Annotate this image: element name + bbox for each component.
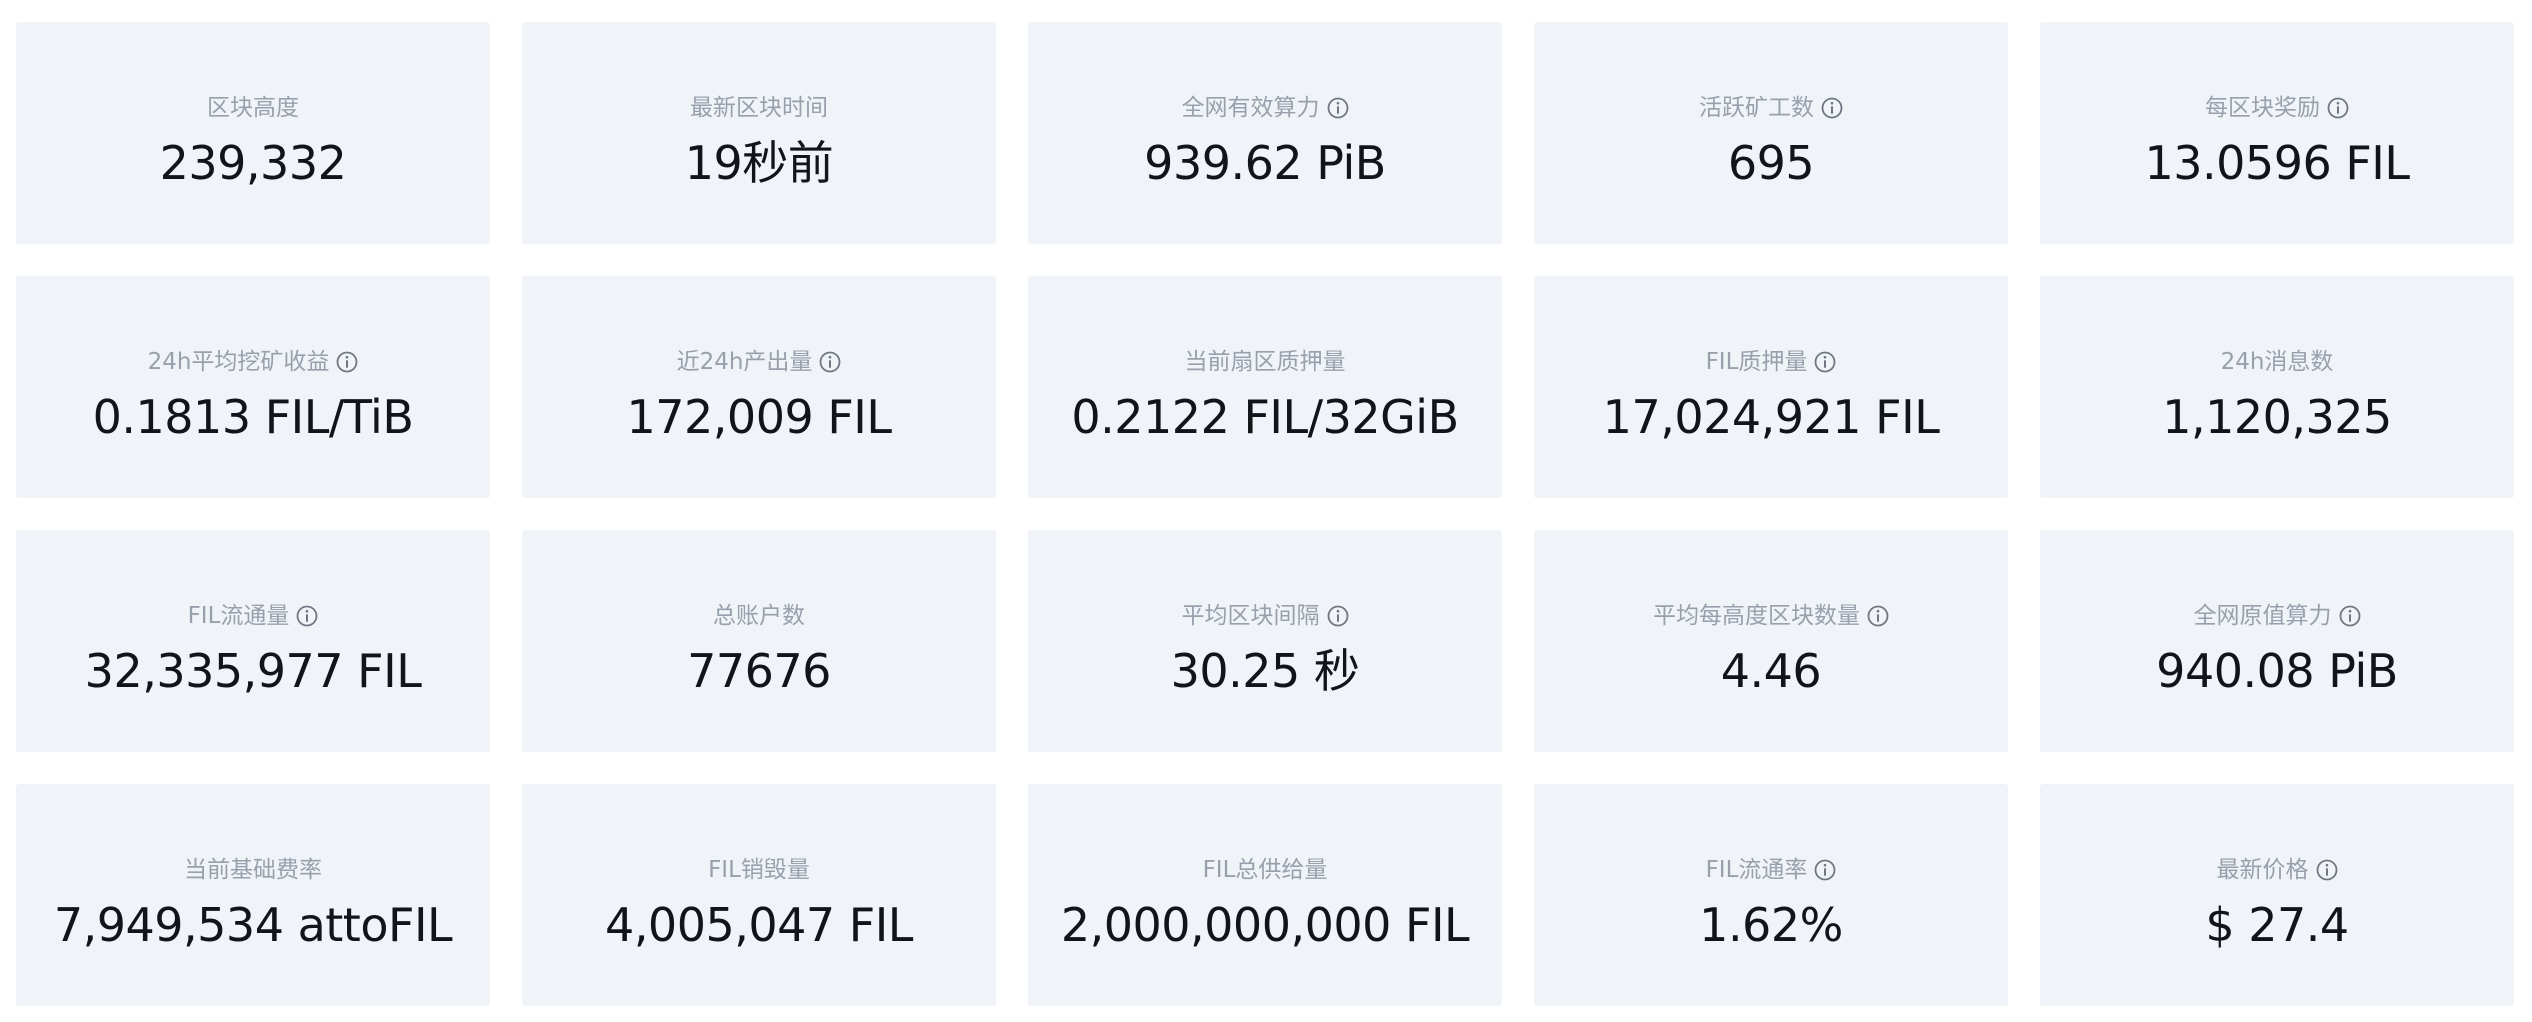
stat-label: 活跃矿工数 [1699, 95, 1814, 121]
stat-label: 24h消息数 [2220, 349, 2334, 375]
stat-card-latest-price: 最新价格 $ 27.4 [2040, 784, 2514, 1006]
stat-value: 7,949,534 attoFIL [53, 898, 453, 952]
stat-card-fil-burnt: FIL销毁量 4,005,047 FIL [522, 784, 996, 1006]
stat-label: FIL流通率 [1705, 857, 1808, 883]
info-icon[interactable] [2327, 97, 2349, 119]
stat-label-row: FIL流通率 [1706, 853, 1837, 887]
stat-label-row: 最新价格 [2217, 853, 2338, 887]
stat-label-row: 最新区块时间 [690, 91, 828, 125]
stat-label: 区块高度 [207, 95, 299, 121]
info-icon[interactable] [1867, 605, 1889, 627]
stat-card-total-accounts: 总账户数 77676 [522, 530, 996, 752]
stat-card-total-supply: FIL总供给量 2,000,000,000 FIL [1028, 784, 1502, 1006]
stat-label-row: FIL总供给量 [1203, 853, 1328, 887]
info-icon[interactable] [819, 351, 841, 373]
stat-label: FIL流通量 [187, 603, 290, 629]
stat-label-row: FIL流通量 [188, 599, 319, 633]
stat-label: 每区块奖励 [2205, 95, 2320, 121]
stat-label: 平均每高度区块数量 [1653, 603, 1860, 629]
stat-label: FIL质押量 [1705, 349, 1808, 375]
stat-value: 239,332 [159, 136, 347, 190]
info-icon[interactable] [2316, 859, 2338, 881]
stat-card-avg-blocks-per-height: 平均每高度区块数量 4.46 [1534, 530, 2008, 752]
stat-label-row: 平均区块间隔 [1182, 599, 1349, 633]
stat-card-active-miners: 活跃矿工数 695 [1534, 22, 2008, 244]
stat-card-sector-pledge: 当前扇区质押量 0.2122 FIL/32GiB [1028, 276, 1502, 498]
stat-card-avg-block-interval: 平均区块间隔 30.25 秒 [1028, 530, 1502, 752]
stat-label-row: 活跃矿工数 [1699, 91, 1843, 125]
stat-value: 13.0596 FIL [2144, 136, 2411, 190]
stat-label: 当前扇区质押量 [1184, 349, 1346, 375]
info-icon[interactable] [1327, 97, 1349, 119]
stat-value: 939.62 PiB [1144, 136, 1386, 190]
stat-card-block-reward: 每区块奖励 13.0596 FIL [2040, 22, 2514, 244]
info-icon[interactable] [1814, 859, 1836, 881]
stat-label: 近24h产出量 [676, 349, 813, 375]
info-icon[interactable] [1821, 97, 1843, 119]
stat-card-circulating-supply: FIL流通量 32,335,977 FIL [16, 530, 490, 752]
stat-value: 32,335,977 FIL [84, 644, 422, 698]
info-icon[interactable] [296, 605, 318, 627]
stat-card-base-fee: 当前基础费率 7,949,534 attoFIL [16, 784, 490, 1006]
stat-value: 1,120,325 [2162, 390, 2392, 444]
stat-card-network-power: 全网有效算力 939.62 PiB [1028, 22, 1502, 244]
stat-value: 77676 [687, 644, 831, 698]
stat-label-row: FIL销毁量 [708, 853, 810, 887]
stat-value: 1.62% [1699, 898, 1843, 952]
stat-label-row: 每区块奖励 [2205, 91, 2349, 125]
stat-label-row: 近24h产出量 [677, 345, 842, 379]
stat-value: 4,005,047 FIL [605, 898, 913, 952]
info-icon[interactable] [336, 351, 358, 373]
stat-label-row: 平均每高度区块数量 [1653, 599, 1889, 633]
stat-card-24h-messages: 24h消息数 1,120,325 [2040, 276, 2514, 498]
stat-value: $ 27.4 [2205, 898, 2349, 952]
stat-label: 全网原值算力 [2193, 603, 2332, 629]
info-icon[interactable] [1327, 605, 1349, 627]
stat-card-fil-pledged: FIL质押量 17,024,921 FIL [1534, 276, 2008, 498]
stat-label: 24h平均挖矿收益 [147, 349, 330, 375]
stat-label-row: 当前扇区质押量 [1185, 345, 1346, 379]
stat-value: 0.1813 FIL/TiB [92, 390, 414, 444]
stat-card-block-height: 区块高度 239,332 [16, 22, 490, 244]
stat-label-row: FIL质押量 [1706, 345, 1837, 379]
stat-value: 4.46 [1720, 644, 1822, 698]
stat-label-row: 当前基础费率 [184, 853, 322, 887]
stat-value: 19秒前 [684, 136, 834, 190]
stat-label: FIL总供给量 [1202, 857, 1328, 883]
stat-card-raw-byte-power: 全网原值算力 940.08 PiB [2040, 530, 2514, 752]
stat-label: 平均区块间隔 [1181, 603, 1320, 629]
stat-card-circulation-rate: FIL流通率 1.62% [1534, 784, 2008, 1006]
stat-label-row: 24h平均挖矿收益 [148, 345, 359, 379]
stat-label: 最新价格 [2216, 857, 2309, 883]
stat-value: 2,000,000,000 FIL [1060, 898, 1470, 952]
stat-value: 30.25 秒 [1170, 644, 1360, 698]
stat-label: 总账户数 [713, 603, 805, 629]
stat-label: 全网有效算力 [1181, 95, 1320, 121]
stat-value: 17,024,921 FIL [1602, 390, 1940, 444]
stats-grid: 区块高度 239,332 最新区块时间 19秒前 全网有效算力 939.62 P… [0, 0, 2532, 1022]
stat-label-row: 全网原值算力 [2194, 599, 2361, 633]
stat-label: 最新区块时间 [690, 95, 828, 121]
stat-card-24h-mining-reward: 24h平均挖矿收益 0.1813 FIL/TiB [16, 276, 490, 498]
stat-label-row: 全网有效算力 [1182, 91, 1349, 125]
stat-value: 695 [1727, 136, 1815, 190]
stat-label-row: 24h消息数 [2221, 345, 2334, 379]
stat-card-24h-output: 近24h产出量 172,009 FIL [522, 276, 996, 498]
stat-label-row: 总账户数 [713, 599, 805, 633]
stat-value: 0.2122 FIL/32GiB [1071, 390, 1459, 444]
stat-label: FIL销毁量 [708, 857, 810, 883]
stat-label-row: 区块高度 [207, 91, 299, 125]
info-icon[interactable] [1814, 351, 1836, 373]
stat-value: 940.08 PiB [2156, 644, 2398, 698]
stat-label: 当前基础费率 [184, 857, 322, 883]
stat-card-latest-block-time: 最新区块时间 19秒前 [522, 22, 996, 244]
info-icon[interactable] [2339, 605, 2361, 627]
stat-value: 172,009 FIL [626, 390, 893, 444]
